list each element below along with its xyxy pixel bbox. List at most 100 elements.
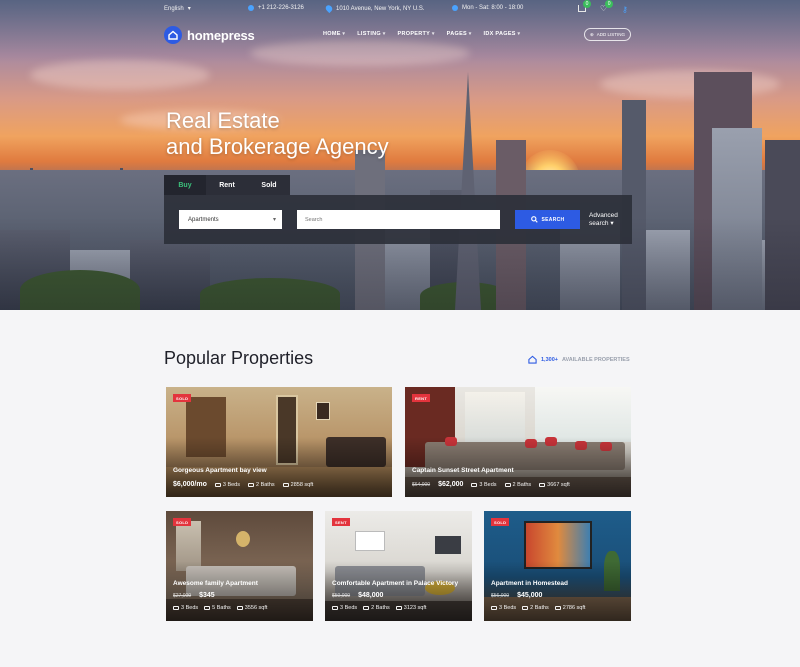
bed-icon [471, 482, 478, 487]
area-icon [554, 606, 561, 610]
address-text: 1010 Avenue, New York, NY U.S. [336, 5, 425, 12]
add-listing-label: ADD LISTING [596, 32, 626, 37]
baths: 2 Baths [371, 605, 390, 611]
hero-title-line-1: Real Estate [166, 108, 280, 133]
wishlist-count: 0 [605, 0, 614, 8]
chevron-down-icon: ▾ [272, 217, 276, 223]
cart-icon: 0 [578, 0, 591, 12]
old-price: $64,000 [412, 481, 431, 488]
tab-buy[interactable]: Buy [164, 175, 206, 195]
status-badge: SENT [332, 518, 350, 526]
property-price-row: $27,000 $345 [173, 592, 215, 599]
available-count: 1,300+ [541, 356, 558, 363]
advanced-search-toggle[interactable]: Advanced search ▾ [589, 212, 618, 228]
wishlist-button[interactable]: ♡ 0 [600, 0, 614, 13]
bath-icon [504, 482, 511, 487]
price: $45,000 [517, 592, 543, 599]
property-meta: $6,000/mo 3 Beds 2 Baths 2858 sqft [173, 481, 313, 488]
property-type-select[interactable]: Apartments ▾ [179, 210, 282, 229]
property-name[interactable]: Comfortable Apartment in Palace Victory [332, 580, 458, 587]
beds: 3 Beds [222, 481, 240, 488]
nav-home[interactable]: HOME [323, 31, 345, 37]
area-icon [282, 482, 289, 487]
beds: 3 Beds [340, 605, 358, 611]
hero-title-line-2: and Brokerage Agency [166, 134, 389, 159]
property-card[interactable]: SENT Comfortable Apartment in Palace Vic… [325, 511, 472, 621]
bath-icon [363, 606, 370, 610]
chevron-down-icon: ▾ [610, 220, 614, 227]
chevron-down-icon: ▾ [187, 6, 191, 12]
search-panel: Apartments ▾ SEARCH Advanced search ▾ [164, 195, 632, 244]
old-price: $56,000 [491, 592, 510, 599]
phone-icon [248, 5, 254, 11]
listing-type-tabs: Buy Rent Sold [164, 175, 290, 195]
property-name[interactable]: Awesome family Apartment [173, 580, 258, 587]
available-properties: 1,300+ AVAILABLE PROPERTIES [528, 355, 630, 364]
old-price: $27,000 [173, 592, 192, 599]
hours-info: Mon - Sat: 8:00 - 18:00 [452, 5, 523, 11]
area: 3667 sqft [547, 481, 570, 488]
area: 3556 sqft [244, 605, 268, 611]
tab-rent[interactable]: Rent [206, 175, 248, 195]
property-card[interactable]: SOLD Awesome family Apartment $27,000 $3… [166, 511, 313, 621]
property-type-value: Apartments [188, 216, 219, 223]
status-badge: SOLD [491, 518, 510, 526]
advanced-label: Advanced [589, 212, 618, 219]
bed-icon [491, 606, 497, 610]
status-badge: SOLD [173, 394, 192, 402]
price: $345 [199, 592, 215, 599]
area-icon [236, 606, 243, 610]
plus-icon: ⊕ [589, 31, 594, 37]
advanced-search-label: search [589, 220, 609, 227]
add-listing-button[interactable]: ⊕ ADD LISTING [584, 28, 631, 41]
property-meta: $64,000 $62,000 3 Beds 2 Baths 3667 sqft [412, 481, 570, 488]
area-icon [539, 482, 546, 487]
property-card[interactable]: SOLD Gorgeous Apartment bay view $6,000/… [166, 387, 392, 497]
property-name[interactable]: Apartment in Homestead [491, 580, 568, 587]
bed-icon [332, 606, 338, 610]
property-card[interactable]: SOLD Apartment in Homestead $56,000 $45,… [484, 511, 631, 621]
clock-icon [452, 5, 458, 11]
beds: 3 Beds [479, 481, 497, 488]
phone-info[interactable]: +1 212-226-3126 [248, 5, 304, 11]
status-badge: RENT [412, 394, 431, 402]
bath-icon [522, 606, 529, 610]
property-name[interactable]: Gorgeous Apartment bay view [173, 467, 267, 474]
search-input[interactable] [297, 210, 500, 229]
language-selector[interactable]: English ▾ [164, 5, 191, 13]
bath-icon [204, 606, 211, 610]
search-button[interactable]: SEARCH [515, 210, 580, 229]
baths: 5 Baths [212, 605, 231, 611]
property-meta: 3 Beds 2 Baths 2786 sqft [491, 605, 585, 611]
status-badge: SOLD [173, 518, 192, 526]
nav-listing[interactable]: LISTING [357, 31, 385, 37]
heart-icon: ♡ 0 [600, 0, 614, 13]
price: $6,000/mo [173, 481, 207, 488]
language-label[interactable]: English [164, 6, 184, 12]
hours-text: Mon - Sat: 8:00 - 18:00 [462, 5, 524, 11]
baths: 2 Baths [530, 605, 549, 611]
cart-button[interactable]: 0 [578, 0, 591, 12]
site-logo[interactable]: homepress [164, 26, 255, 44]
main-nav: HOME LISTING PROPERTY PAGES IDX PAGES [323, 31, 520, 37]
search-button-label: SEARCH [541, 216, 565, 223]
price: $62,000 [438, 481, 464, 488]
area: 3123 sqft [403, 605, 427, 611]
house-logo-icon [164, 26, 182, 44]
search-icon [530, 216, 538, 223]
hero-banner [0, 0, 800, 310]
beds: 3 Beds [499, 605, 517, 611]
bed-icon [173, 606, 179, 610]
property-name[interactable]: Captain Sunset Street Apartment [412, 467, 514, 474]
hero-title: Real Estate and Brokerage Agency [166, 108, 389, 160]
property-price-row: $50,000 $48,000 [332, 592, 383, 599]
phone-number[interactable]: +1 212-226-3126 [258, 5, 304, 11]
nav-idx-pages[interactable]: IDX PAGES [484, 31, 521, 37]
bed-icon [214, 482, 221, 487]
tab-sold[interactable]: Sold [248, 175, 290, 195]
area: 2858 sqft [290, 481, 314, 488]
nav-property[interactable]: PROPERTY [398, 31, 435, 37]
nav-pages[interactable]: PAGES [447, 31, 472, 37]
login-button[interactable]: ⚷ [622, 5, 628, 14]
property-card[interactable]: RENT Captain Sunset Street Apartment $64… [405, 387, 631, 497]
